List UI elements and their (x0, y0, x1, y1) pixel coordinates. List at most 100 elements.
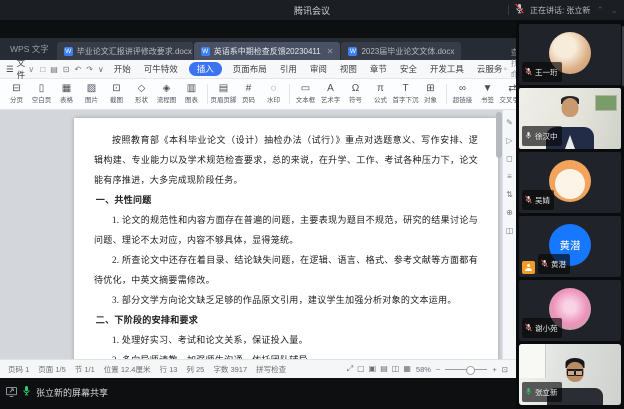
ribbon-watermark[interactable]: ◌水印 (261, 84, 286, 105)
ribbon-cross-reference[interactable]: ⇄交叉引用 (500, 84, 516, 105)
menu-home[interactable]: 开始 (112, 62, 133, 76)
edit-pen-icon[interactable]: ✎ (506, 118, 513, 127)
fit-page-icon[interactable]: ⊡ (502, 365, 508, 374)
shapes-icon: ◇ (138, 84, 146, 96)
ribbon-drop-cap[interactable]: T首字下沉 (393, 84, 418, 105)
doc-icon: W (64, 47, 73, 56)
clock-icon[interactable]: ⊕ (506, 208, 513, 217)
speaking-indicator: 正在讲话: 张立新 ⌃ ⌄ (508, 0, 620, 20)
view-normal-icon[interactable]: ▢ (357, 364, 365, 374)
divider (207, 84, 208, 104)
ribbon-label: 表格 (60, 98, 73, 105)
ribbon-label: 图片 (85, 98, 98, 105)
status-spellcheck[interactable]: 拼写检查 (256, 364, 286, 375)
share-label: 张立新的屏幕共享 (36, 386, 108, 399)
menu-keniu[interactable]: 可牛特效 (142, 62, 180, 76)
page-number-icon: # (246, 84, 252, 96)
view-fullscreen-icon[interactable]: ⤢ (347, 364, 353, 374)
save-icon[interactable]: ▤ (50, 65, 58, 74)
ribbon-bookmark[interactable]: ▼书签 (475, 84, 500, 105)
menu-security[interactable]: 安全 (398, 62, 419, 76)
ribbon-label: 截图 (110, 98, 123, 105)
ribbon-picture[interactable]: ▨图片 (79, 84, 104, 105)
share-panel-icon[interactable]: ◫ (506, 226, 514, 235)
menu-section[interactable]: 章节 (368, 62, 389, 76)
menu-references[interactable]: 引用 (278, 62, 299, 76)
view-outline-icon[interactable]: ▤ (380, 364, 388, 374)
status-line: 行 13 (159, 364, 177, 375)
ribbon-label: 交叉引用 (500, 98, 517, 105)
ribbon-hyperlink[interactable]: ∞超链接 (450, 84, 475, 105)
zoom-out-button[interactable]: − (436, 365, 440, 374)
doc-paragraph: 1. 处理好实习、考试和论文关系，保证投入量。 (94, 330, 478, 350)
print-icon[interactable]: ⊡ (63, 65, 70, 74)
ribbon-page-number[interactable]: #页码 (236, 84, 261, 105)
person-silhouette (562, 98, 579, 117)
ribbon-symbol[interactable]: Ω符号 (343, 84, 368, 105)
status-word-count[interactable]: 字数 3917 (213, 364, 247, 375)
more-icon[interactable]: ∨ (98, 65, 104, 74)
menu-dev-tools[interactable]: 开发工具 (428, 62, 466, 76)
participant-name: 谢小苑 (535, 323, 558, 334)
tab-close-icon[interactable]: ✕ (327, 47, 334, 56)
zoom-slider-knob[interactable] (466, 366, 475, 375)
text-box-icon: ▭ (301, 84, 310, 96)
ribbon-word-art[interactable]: A艺术字 (318, 84, 343, 105)
undo-icon[interactable]: ↶ (74, 65, 81, 74)
participant-tile[interactable]: 王一珩 (519, 24, 621, 85)
screen-share-indicator: 张立新的屏幕共享 (6, 383, 108, 401)
document-page[interactable]: 按照教育部《本科毕业论文（设计）抽检办法（试行）》重点对选题意义、写作安排、逻辑… (74, 118, 498, 359)
zoom-in-button[interactable]: + (492, 365, 496, 374)
background-window (519, 344, 546, 378)
search-icon (504, 65, 507, 73)
window-misc-icons[interactable]: ⌃ ⌄ (596, 5, 620, 16)
ribbon-header-footer[interactable]: ▤页眉页脚 (211, 84, 236, 105)
doc-paragraph: 1. 论文的规范性和内容方面存在普遍的问题，主要表现为题目不规范，研究的结果讨论… (94, 210, 478, 250)
redo-icon[interactable]: ↷ (86, 65, 93, 74)
lock-icon[interactable]: ◻ (506, 154, 513, 163)
active-mic-icon (525, 383, 532, 401)
wps-tab-1-label: 毕业论文汇报讲评修改要求.docx (77, 46, 192, 57)
divider (446, 84, 447, 104)
ribbon-label: 分页 (10, 98, 23, 105)
zoom-percentage[interactable]: 58% (416, 365, 431, 374)
ribbon-page-break[interactable]: ⊟分页 (4, 84, 29, 105)
ribbon-label: 形状 (135, 98, 148, 105)
wps-tab-2[interactable]: W 英语系中期检查反馈20230411 ✕ (194, 42, 341, 60)
ribbon-object[interactable]: ⊞对象 (418, 84, 443, 105)
ribbon-chart[interactable]: ▥图表 (179, 84, 204, 105)
status-right: ⤢ ▢ ▣ ▤ ◫ ▦ 58% − + ⊡ (347, 364, 508, 374)
ribbon-flowchart[interactable]: ◈流程图 (154, 84, 179, 105)
menu-cloud[interactable]: 云服务 (475, 62, 505, 76)
participant-tile[interactable]: 徐汉中 (519, 88, 621, 149)
menu-view[interactable]: 视图 (338, 62, 359, 76)
menu-review[interactable]: 审阅 (308, 62, 329, 76)
view-web-icon[interactable]: ◫ (392, 364, 400, 374)
ribbon-shapes[interactable]: ◇ 形状 (129, 84, 154, 105)
ribbon-formula[interactable]: π公式 (368, 84, 393, 105)
select-cursor-icon[interactable]: ▷ (506, 136, 512, 145)
ribbon-text-box[interactable]: ▭文本框 (293, 84, 318, 105)
participant-tile[interactable]: 谢小苑 (519, 280, 621, 341)
menu-page-layout[interactable]: 页面布局 (231, 62, 269, 76)
wps-tab-1[interactable]: W 毕业论文汇报讲评修改要求.docx (57, 42, 193, 60)
host-badge-icon (522, 261, 535, 274)
participant-label: 张立新 (522, 382, 562, 402)
view-read-icon[interactable]: ▦ (403, 364, 411, 374)
file-menu[interactable]: ☰ 文件 ∨ (6, 57, 34, 81)
ribbon-blank-page[interactable]: ▯空白页 (29, 84, 54, 105)
menu-insert[interactable]: 插入 (189, 62, 222, 76)
participant-tile-speaking[interactable]: 张立新 (519, 344, 621, 405)
wps-tab-3[interactable]: W 2023届毕业论文文体.docx (341, 42, 461, 60)
participant-tile[interactable]: 黄潜 黄潜 (519, 216, 621, 277)
view-page-icon[interactable]: ▣ (369, 364, 377, 374)
hyperlink-icon: ∞ (459, 84, 466, 96)
ribbon-screenshot[interactable]: ⊡截图 (104, 84, 129, 105)
ribbon-label: 图表 (185, 98, 198, 105)
swap-icon[interactable]: ⇅ (506, 190, 513, 199)
zoom-slider[interactable] (445, 369, 487, 370)
new-doc-icon[interactable]: □ (40, 65, 45, 74)
participant-tile[interactable]: 吴婧 (519, 152, 621, 213)
ribbon-table[interactable]: ▦表格 (54, 84, 79, 105)
outline-icon[interactable]: ≡ (507, 172, 512, 181)
